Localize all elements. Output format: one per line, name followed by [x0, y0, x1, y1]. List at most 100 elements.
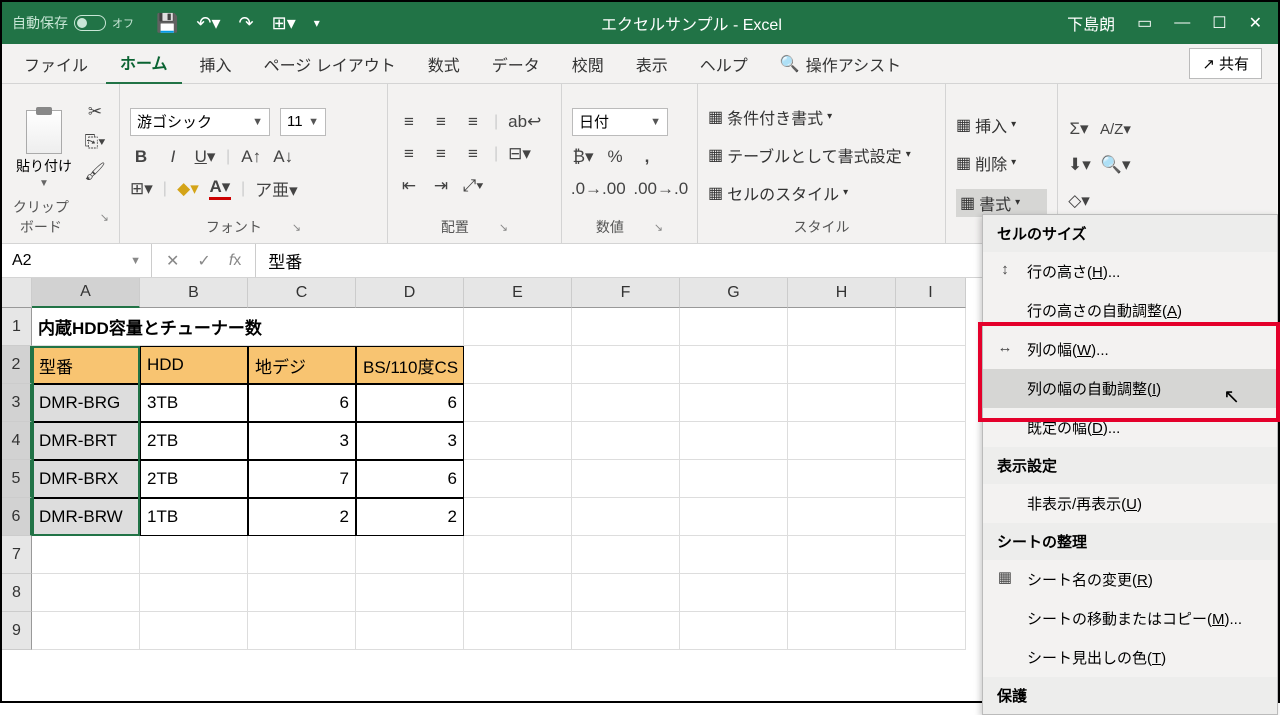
- cell-B6[interactable]: 1TB: [140, 498, 248, 536]
- tab-insert[interactable]: 挿入: [186, 44, 246, 84]
- menu-rename-sheet[interactable]: ▦シート名の変更(R): [983, 560, 1277, 599]
- cell-styles-button[interactable]: ▦セルのスタイル▾: [708, 181, 935, 205]
- cell[interactable]: [464, 498, 572, 536]
- insert-cells-button[interactable]: ▦挿入▾: [956, 113, 1047, 137]
- cell[interactable]: [788, 574, 896, 612]
- cell-D6[interactable]: 2: [356, 498, 464, 536]
- cell-D4[interactable]: 3: [356, 422, 464, 460]
- accounting-format-button[interactable]: ₿▾: [572, 146, 594, 168]
- cell[interactable]: [680, 536, 788, 574]
- row-header-7[interactable]: 7: [2, 536, 32, 574]
- customize-qat-icon[interactable]: ▾: [314, 16, 320, 30]
- autosave-toggle[interactable]: 自動保存 オフ: [2, 13, 144, 33]
- find-select-button[interactable]: 🔍▾: [1101, 154, 1131, 176]
- row-header-4[interactable]: 4: [2, 422, 32, 460]
- cell[interactable]: [896, 498, 966, 536]
- align-right-icon[interactable]: ≡: [462, 143, 484, 165]
- tab-data[interactable]: データ: [478, 44, 554, 84]
- cell[interactable]: [572, 308, 680, 346]
- cell[interactable]: [464, 460, 572, 498]
- decrease-indent-icon[interactable]: ⇤: [398, 175, 420, 197]
- cell[interactable]: [788, 536, 896, 574]
- copy-icon[interactable]: ⎘▾: [84, 131, 106, 153]
- ribbon-display-icon[interactable]: ▭: [1137, 13, 1152, 33]
- font-size-combo[interactable]: 11▼: [280, 108, 326, 136]
- cell[interactable]: [680, 346, 788, 384]
- row-header-9[interactable]: 9: [2, 612, 32, 650]
- fill-color-button[interactable]: ◆▾: [177, 178, 199, 200]
- cell[interactable]: [572, 612, 680, 650]
- cancel-formula-icon[interactable]: ✕: [166, 251, 179, 271]
- format-painter-icon[interactable]: 🖌: [84, 161, 106, 183]
- col-header-E[interactable]: E: [464, 278, 572, 308]
- cell-B4[interactable]: 2TB: [140, 422, 248, 460]
- decrease-decimal-icon[interactable]: .00→.0: [635, 178, 688, 200]
- cell[interactable]: [248, 536, 356, 574]
- minimize-icon[interactable]: ―: [1174, 14, 1190, 32]
- cell[interactable]: [32, 612, 140, 650]
- undo-icon[interactable]: ↶▾: [196, 13, 220, 34]
- format-as-table-button[interactable]: ▦テーブルとして書式設定▾: [708, 143, 935, 167]
- cell[interactable]: [32, 574, 140, 612]
- cell[interactable]: [896, 612, 966, 650]
- cell[interactable]: [464, 536, 572, 574]
- cell[interactable]: [680, 460, 788, 498]
- dialog-launcher-icon[interactable]: ↘: [100, 211, 109, 224]
- cell[interactable]: [464, 422, 572, 460]
- increase-font-icon[interactable]: A↑: [240, 146, 262, 168]
- tab-view[interactable]: 表示: [622, 44, 682, 84]
- cell[interactable]: [788, 346, 896, 384]
- cell[interactable]: [140, 536, 248, 574]
- col-header-I[interactable]: I: [896, 278, 966, 308]
- cell[interactable]: [572, 574, 680, 612]
- cell-A4[interactable]: DMR-BRT: [32, 422, 140, 460]
- cell[interactable]: [680, 422, 788, 460]
- tab-page-layout[interactable]: ページ レイアウト: [250, 44, 410, 84]
- menu-hide-unhide[interactable]: 非表示/再表示(U): [983, 484, 1277, 523]
- menu-row-height[interactable]: ↕行の高さ(H)...: [983, 252, 1277, 291]
- cell[interactable]: [788, 422, 896, 460]
- name-box[interactable]: A2▼: [2, 244, 152, 277]
- close-icon[interactable]: ✕: [1249, 13, 1262, 33]
- menu-default-width[interactable]: 既定の幅(D)...: [983, 408, 1277, 447]
- fx-icon[interactable]: fx: [229, 252, 241, 270]
- cell[interactable]: [572, 384, 680, 422]
- tab-help[interactable]: ヘルプ: [686, 44, 762, 84]
- select-all-corner[interactable]: [2, 278, 32, 308]
- cell[interactable]: [572, 536, 680, 574]
- tab-home[interactable]: ホーム: [106, 42, 182, 85]
- align-left-icon[interactable]: ≡: [398, 143, 420, 165]
- cell[interactable]: [896, 346, 966, 384]
- fill-button[interactable]: ⬇▾: [1068, 154, 1091, 176]
- tab-file[interactable]: ファイル: [10, 44, 102, 84]
- col-header-D[interactable]: D: [356, 278, 464, 308]
- save-icon[interactable]: 💾: [156, 13, 178, 34]
- cell[interactable]: [896, 574, 966, 612]
- wrap-text-button[interactable]: ab↩: [508, 111, 541, 133]
- cell[interactable]: [572, 422, 680, 460]
- touch-mode-icon[interactable]: ⊞▾: [272, 13, 296, 34]
- maximize-icon[interactable]: ☐: [1212, 13, 1226, 33]
- cell-D5[interactable]: 6: [356, 460, 464, 498]
- cell-C4[interactable]: 3: [248, 422, 356, 460]
- tab-formulas[interactable]: 数式: [414, 44, 474, 84]
- cell-C6[interactable]: 2: [248, 498, 356, 536]
- cell-A2[interactable]: 型番: [32, 346, 140, 384]
- underline-button[interactable]: U▾: [194, 146, 216, 168]
- cell[interactable]: [680, 612, 788, 650]
- cell-B3[interactable]: 3TB: [140, 384, 248, 422]
- dialog-launcher-icon[interactable]: ↘: [654, 221, 663, 234]
- cell-C3[interactable]: 6: [248, 384, 356, 422]
- cell-B5[interactable]: 2TB: [140, 460, 248, 498]
- cell-C2[interactable]: 地デジ: [248, 346, 356, 384]
- cell[interactable]: [140, 612, 248, 650]
- cell[interactable]: [896, 308, 966, 346]
- borders-button[interactable]: ⊞▾: [130, 178, 153, 200]
- cell[interactable]: [680, 498, 788, 536]
- cell-A1[interactable]: 内蔵HDD容量とチューナー数: [32, 308, 464, 346]
- cell-A3[interactable]: DMR-BRG: [32, 384, 140, 422]
- format-cells-button[interactable]: ▦書式▾: [956, 189, 1047, 217]
- menu-column-width[interactable]: ↔列の幅(W)...: [983, 330, 1277, 369]
- comma-button[interactable]: ,: [636, 146, 658, 168]
- cut-icon[interactable]: ✂: [84, 101, 106, 123]
